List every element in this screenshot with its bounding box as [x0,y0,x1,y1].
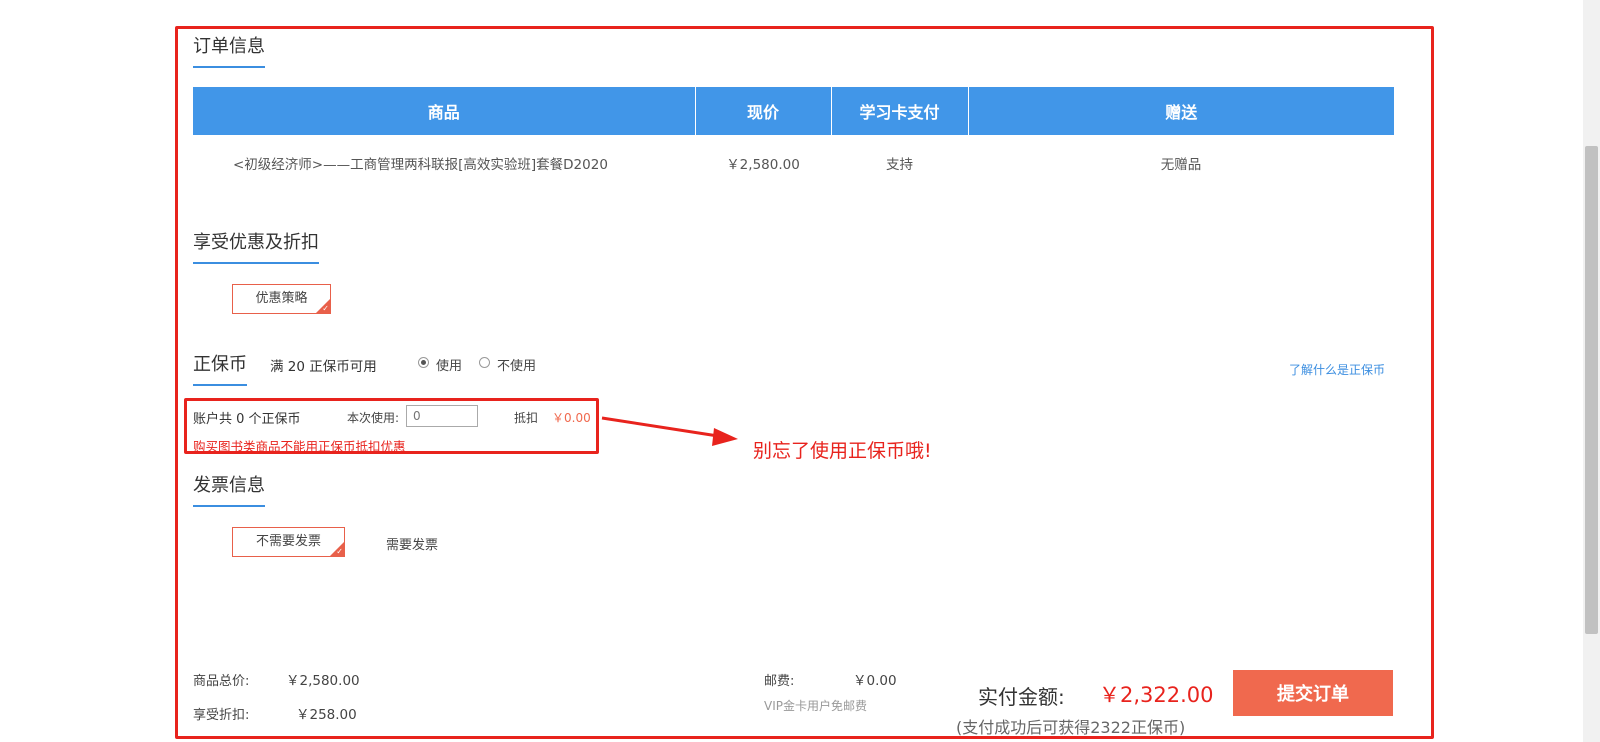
coins-account-balance: 账户共 0 个正保币 [193,412,301,427]
annotation-arrow-icon [601,416,738,446]
scrollbar-thumb[interactable] [1585,146,1598,634]
total-price-label: 商品总价: [193,674,250,689]
no-invoice-option[interactable]: 不需要发票 ✓ [232,527,345,557]
actual-pay-label: 实付金额: [978,685,1065,709]
coins-title: 正保币 [193,354,247,386]
not-use-coins-radio[interactable] [479,357,490,368]
coins-use-input[interactable] [406,405,478,427]
submit-order-button[interactable]: 提交订单 [1233,670,1393,716]
card-pay-support: 支持 [886,157,913,173]
no-invoice-label: 不需要发票 [255,534,321,549]
column-header-price: 现价 [695,87,832,135]
total-price-value: ￥2,580.00 [286,673,360,689]
actual-pay-value: ￥2,322.00 [1099,683,1214,707]
need-invoice-option[interactable]: 需要发票 [386,534,438,553]
use-coins-label[interactable]: 使用 [436,355,462,374]
coin-reward-note: (支付成功后可获得2322正保币) [956,718,1186,737]
order-table: 商品 现价 学习卡支付 赠送 <初级经济师>——工商管理两科联报[高效实验班]套… [193,87,1394,191]
order-table-header: 商品 现价 学习卡支付 赠送 [193,87,1394,135]
discount-amount-label: 享受折扣: [193,708,250,723]
invoice-title: 发票信息 [193,475,265,507]
shipping-label: 邮费: [764,674,795,689]
discount-strategy-label: 优惠策略 [255,291,308,306]
check-icon: ✓ [336,547,343,556]
column-header-gift: 赠送 [968,87,1394,135]
vip-shipping-note: VIP金卡用户免邮费 [764,699,867,713]
product-gift: 无赠品 [1160,157,1202,173]
shipping-value: ￥0.00 [853,673,897,689]
coins-condition: 满 20 正保币可用 [270,359,377,375]
discount-title: 享受优惠及折扣 [193,232,319,264]
not-use-coins-label[interactable]: 不使用 [497,355,536,374]
coins-use-label: 本次使用: [347,411,400,425]
column-header-product: 商品 [193,87,696,135]
column-header-card-pay: 学习卡支付 [831,87,969,135]
order-info-title: 订单信息 [193,36,265,68]
product-name: <初级经济师>——工商管理两科联报[高效实验班]套餐D2020 [233,157,608,173]
check-icon: ✓ [322,304,329,313]
coins-warning: 购买图书类商品不能用正保币抵扣优惠 [193,439,406,454]
learn-coins-link[interactable]: 了解什么是正保币 [1289,361,1385,378]
discount-strategy-option[interactable]: 优惠策略 ✓ [232,284,331,314]
use-coins-radio[interactable] [418,357,429,368]
table-row: <初级经济师>——工商管理两科联报[高效实验班]套餐D2020 ￥2,580.0… [193,135,1394,191]
discount-amount-value: ￥258.00 [296,707,357,723]
coins-reminder-annotation: 别忘了使用正保币哦! [753,440,932,462]
product-price: ￥2,580.00 [726,157,800,173]
deduct-value: ￥0.00 [552,411,591,425]
deduct-label: 抵扣 [514,411,539,425]
